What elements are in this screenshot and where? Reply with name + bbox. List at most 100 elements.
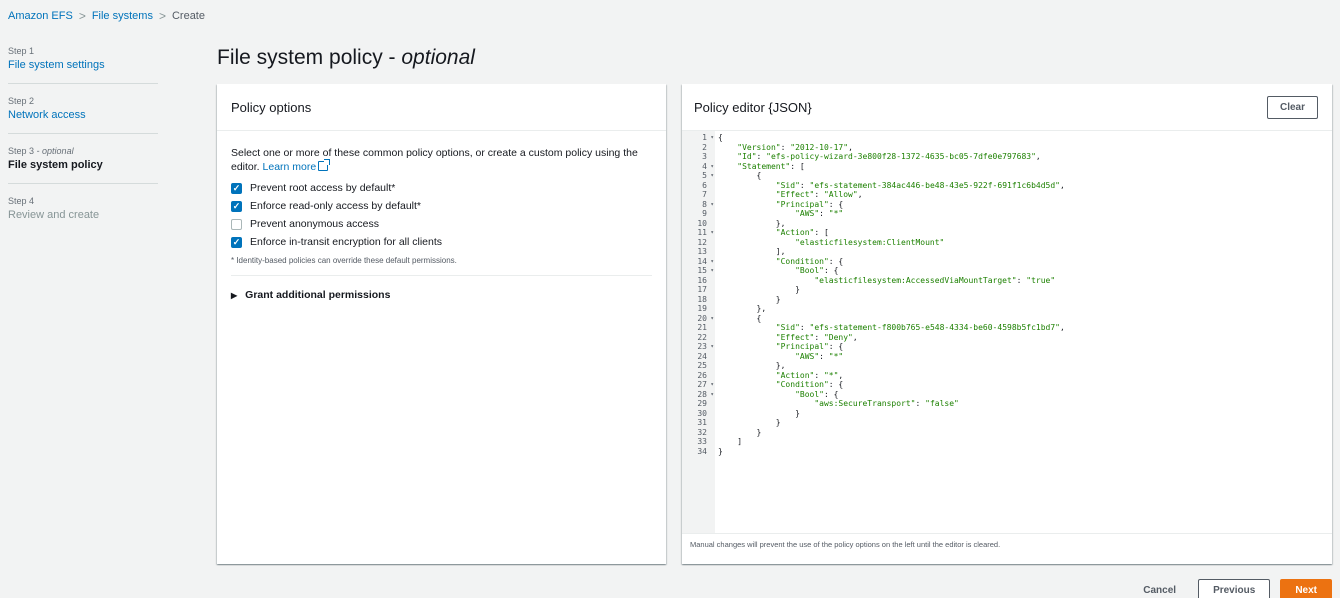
code-line: 19 }, <box>682 304 1065 314</box>
policy-options-description: Select one or more of these common polic… <box>231 147 638 173</box>
line-number: 18 <box>697 294 707 304</box>
code-text: "AWS": "*" <box>795 351 844 361</box>
page-title: File system policy - optional <box>217 46 475 69</box>
breadcrumb: Amazon EFS > File systems > Create <box>8 9 205 23</box>
breadcrumb-file-systems[interactable]: File systems <box>92 10 153 22</box>
fold-toggle-icon[interactable]: ▾ <box>710 342 714 352</box>
code-text: { <box>718 133 723 142</box>
option-prevent-root-access[interactable]: ✓ Prevent root access by default* <box>231 182 652 194</box>
line-number: 26 <box>697 370 707 380</box>
line-number: 16 <box>697 275 707 285</box>
line-number: 15 ▾ <box>697 266 714 276</box>
checkbox[interactable]: ✓ <box>231 182 242 194</box>
checkbox[interactable]: ✓ <box>231 236 242 248</box>
code-line: 20 ▾ { <box>682 314 1065 324</box>
line-number: 4 ▾ <box>702 161 714 172</box>
policy-editor-title: Policy editor {JSON} <box>694 99 812 115</box>
code-text: "Action": [ <box>775 228 829 237</box>
code-line: 24 "AWS": "*" <box>682 352 1065 362</box>
code-line: 21 "Sid": "efs-statement-f800b765-e548-4… <box>682 323 1065 333</box>
external-link-icon[interactable] <box>318 159 331 171</box>
code-text: "Sid": "efs-statement-f800b765-e548-4334… <box>775 323 1065 332</box>
grant-label: Grant additional permissions <box>245 289 391 301</box>
code-text: "AWS": "*" <box>795 209 844 218</box>
line-number: 14 ▾ <box>697 256 714 267</box>
code-text: "Version": "2012-10-17", <box>737 142 853 152</box>
code-text: "elasticfilesystem:AccessedViaMountTarge… <box>814 275 1056 285</box>
line-number: 5 ▾ <box>702 171 714 181</box>
code-text: { <box>718 171 762 180</box>
policy-editor-panel: Policy editor {JSON} Clear 1 ▾ {2 "Version… <box>682 84 1332 564</box>
code-text: "Effect": "Allow", <box>775 190 863 199</box>
code-text: } <box>718 294 781 304</box>
option-enforce-read-only[interactable]: ✓ Enforce read-only access by default* <box>231 200 652 212</box>
option-label: Prevent anonymous access <box>250 218 379 230</box>
option-enforce-in-transit-encryption[interactable]: ✓ Enforce in-transit encryption for all … <box>231 236 652 248</box>
cancel-button[interactable]: Cancel <box>1131 581 1188 598</box>
code-line: 12 "elasticfilesystem:ClientMount" <box>682 238 1065 248</box>
code-line: 5 ▾ { <box>682 171 1065 181</box>
code-line: 27 ▾ "Condition": { <box>682 380 1065 390</box>
code-text: "elasticfilesystem:ClientMount" <box>795 237 945 247</box>
code-text: } <box>718 418 781 427</box>
step-4: Step 4 Review and create <box>8 196 158 233</box>
code-line: 30 } <box>682 409 1065 419</box>
fold-toggle-icon[interactable]: ▾ <box>710 228 714 238</box>
checkbox[interactable]: ✓ <box>231 200 242 212</box>
code-line: 25 }, <box>682 361 1065 371</box>
code-line: 23 ▾ "Principal": { <box>682 342 1065 352</box>
line-number: 17 <box>697 285 707 294</box>
line-number: 28 ▾ <box>697 389 714 400</box>
fold-toggle-icon[interactable]: ▾ <box>710 171 714 181</box>
code-line: 18 } <box>682 295 1065 305</box>
code-line: 29 "aws:SecureTransport": "false" <box>682 399 1065 409</box>
step-number: Step 4 <box>8 196 35 206</box>
json-code-editor[interactable]: 1 ▾{2 "Version": "2012-10-17", 3 "Id": "ef… <box>682 131 1332 534</box>
code-line: 34} <box>682 447 1065 457</box>
fold-toggle-icon[interactable]: ▾ <box>710 266 714 276</box>
grant-additional-permissions-toggle[interactable]: ▶ Grant additional permissions <box>231 289 652 301</box>
fold-toggle-icon[interactable]: ▾ <box>710 390 714 400</box>
code-text: "aws:SecureTransport": "false" <box>814 399 959 408</box>
fold-toggle-icon[interactable]: ▾ <box>710 380 714 390</box>
step-2: Step 2 Network access <box>8 96 158 134</box>
code-line: 26 "Action": "*", <box>682 371 1065 381</box>
fold-toggle-icon[interactable]: ▾ <box>710 257 714 267</box>
fold-toggle-icon[interactable]: ▾ <box>710 162 714 172</box>
line-number: 11 ▾ <box>697 228 714 238</box>
clear-button[interactable]: Clear <box>1266 95 1318 119</box>
code-line: 16 "elasticfilesystem:AccessedViaMountTa… <box>682 276 1065 286</box>
line-number: 10 <box>697 218 707 228</box>
fold-toggle-icon[interactable]: ▾ <box>710 200 714 210</box>
breadcrumb-current: Create <box>171 10 205 22</box>
previous-button[interactable]: Previous <box>1198 579 1271 598</box>
code-line: 28 ▾ "Bool": { <box>682 390 1065 400</box>
line-number: 8 ▾ <box>702 199 714 210</box>
footnote: * Identity-based policies can override t… <box>231 256 652 276</box>
code-text: "Principal": { <box>775 199 844 209</box>
code-text: "Principal": { <box>775 342 844 351</box>
fold-toggle-icon[interactable]: ▾ <box>710 133 714 143</box>
caret-right-icon: ▶ <box>231 290 238 300</box>
code-line: 9 "AWS": "*" <box>682 209 1065 219</box>
code-text: "Effect": "Deny", <box>775 332 858 342</box>
step-link-network-access[interactable]: Network access <box>8 109 158 121</box>
code-line: 7 "Effect": "Allow", <box>682 190 1065 200</box>
code-text: "Id": "efs-policy-wizard-3e800f28-1372-4… <box>737 152 1041 161</box>
editor-note: Manual changes will prevent the use of t… <box>690 540 1001 549</box>
breadcrumb-amazon-efs[interactable]: Amazon EFS <box>8 10 73 22</box>
line-number: 1 ▾ <box>702 133 714 143</box>
line-number: 6 <box>702 180 707 190</box>
option-prevent-anonymous-access[interactable]: Prevent anonymous access <box>231 218 652 230</box>
checkbox[interactable] <box>231 218 242 230</box>
code-content[interactable]: 1 ▾{2 "Version": "2012-10-17", 3 "Id": "ef… <box>682 133 1065 457</box>
wizard-footer: Cancel Previous Next <box>1131 579 1332 598</box>
code-line: 17 } <box>682 285 1065 295</box>
step-link-file-system-settings[interactable]: File system settings <box>8 59 158 71</box>
line-number: 19 <box>697 304 707 313</box>
step-1: Step 1 File system settings <box>8 46 158 84</box>
next-button[interactable]: Next <box>1280 579 1332 598</box>
learn-more-link[interactable]: Learn more <box>263 161 317 173</box>
fold-toggle-icon[interactable]: ▾ <box>710 314 714 324</box>
panel-header: Policy options <box>217 84 666 131</box>
